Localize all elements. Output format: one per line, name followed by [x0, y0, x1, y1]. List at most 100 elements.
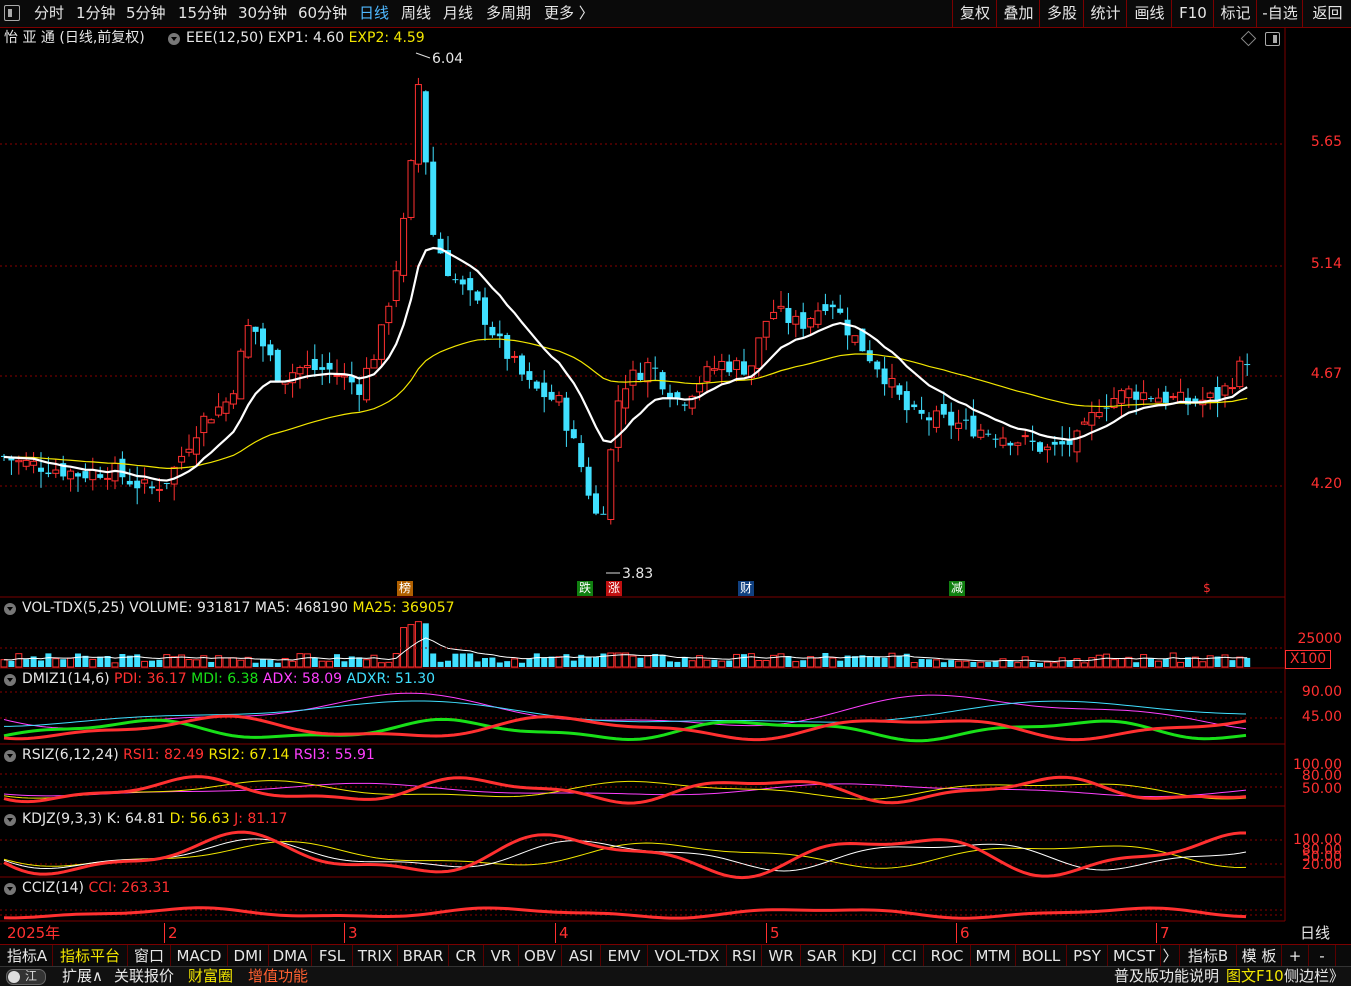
toolbar-button-fuquan[interactable]: 复权 — [952, 0, 997, 27]
sidebar-link[interactable]: 侧边栏》 — [1284, 967, 1344, 986]
rsi-title[interactable]: RSIZ(6,12,24) — [22, 747, 119, 763]
dmi-dropdown-icon[interactable] — [4, 674, 16, 686]
chart-canvas[interactable] — [0, 28, 1351, 944]
dmi-title[interactable]: DMIZ1(14,6) — [22, 671, 110, 687]
volume-bar — [659, 654, 666, 667]
indicator-tab[interactable]: CCI — [885, 945, 924, 967]
indicator-tab[interactable]: EMV — [601, 945, 648, 967]
period-tab-monthly[interactable]: 月线 — [443, 3, 473, 24]
indicator-tab[interactable]: 指标B — [1180, 945, 1237, 967]
toolbar-button-zixuan[interactable]: -自选 — [1256, 0, 1303, 27]
value-added-button[interactable]: 增值功能 — [248, 967, 308, 986]
indicator-tab[interactable]: MTM — [971, 945, 1016, 967]
indicator-tab[interactable]: 指标平台 — [53, 945, 128, 967]
indicator-tab[interactable]: WR — [762, 945, 801, 967]
tag-die[interactable]: 跌 — [577, 581, 593, 596]
volume-bar — [489, 657, 496, 667]
indicator-tab[interactable]: CR — [449, 945, 484, 967]
cci-dropdown-icon[interactable] — [4, 883, 16, 895]
volume-bar — [377, 662, 385, 668]
toggle-switch[interactable]: 江 — [6, 969, 46, 985]
volume-bar — [459, 653, 466, 667]
volume-bar — [726, 660, 733, 667]
candle-body — [511, 355, 519, 358]
volume-bar — [149, 660, 155, 667]
volume-header: VOL-TDX(5,25) VOLUME: 931817 MA5: 468190… — [22, 598, 455, 618]
volume-bar — [237, 659, 245, 668]
expand-button[interactable]: 扩展∧ — [62, 967, 103, 986]
toolbar-button-diejia[interactable]: 叠加 — [996, 0, 1040, 27]
volume-bar — [1162, 658, 1169, 667]
volume-dropdown-icon[interactable] — [4, 603, 16, 615]
period-tab-5min[interactable]: 5分钟 — [126, 3, 166, 24]
indicator-tab[interactable]: 指标A — [2, 945, 53, 967]
candle-body — [999, 437, 1007, 446]
tag-cai[interactable]: 财 — [738, 581, 754, 596]
f10-link[interactable]: 图文F10 — [1226, 967, 1284, 986]
indicator-tab[interactable]: MACD — [171, 945, 228, 967]
volume-bar — [445, 660, 451, 667]
cci-title[interactable]: CCIZ(14) — [22, 880, 84, 896]
toolbar-button-f10[interactable]: F10 — [1171, 0, 1214, 27]
candle-body — [119, 458, 126, 478]
toolbar-button-huaxian[interactable]: 画线 — [1126, 0, 1172, 27]
indicator-tab[interactable]: MCST — [1108, 945, 1161, 967]
volume-bar — [829, 657, 837, 668]
indicator-tab[interactable]: RSI — [727, 945, 762, 967]
period-tab-weekly[interactable]: 周线 — [401, 3, 431, 24]
tag-dollar[interactable]: $ — [1199, 581, 1215, 596]
volume-bar — [511, 658, 519, 668]
indicator-tab[interactable]: ROC — [924, 945, 971, 967]
indicator-tab[interactable]: BOLL — [1016, 945, 1067, 967]
volume-bar — [955, 660, 963, 668]
indicator-tab[interactable]: VOL-TDX — [648, 945, 727, 967]
time-axis-label: 4 — [555, 923, 569, 943]
kdj-dropdown-icon[interactable] — [4, 814, 16, 826]
indicator-tab[interactable]: 〉 — [1161, 945, 1180, 967]
volume-unit: X100 — [1285, 650, 1331, 669]
toolbar-button-fanhui[interactable]: 返回 — [1302, 0, 1351, 27]
tag-jian[interactable]: 减 — [949, 581, 965, 596]
period-tab-daily[interactable]: 日线 — [359, 3, 389, 24]
period-tab-15min[interactable]: 15分钟 — [178, 3, 227, 24]
tag-bang[interactable]: 榜 — [397, 581, 413, 596]
indicator-tab[interactable]: FSL — [312, 945, 353, 967]
period-tab-30min[interactable]: 30分钟 — [238, 3, 287, 24]
indicator-tab[interactable]: + — [1282, 945, 1309, 967]
indicator-tab[interactable]: VR — [484, 945, 519, 967]
indicator-tab[interactable]: BRAR — [398, 945, 449, 967]
indicator-tab[interactable]: ASI — [562, 945, 601, 967]
caifu-button[interactable]: 财富圈 — [188, 967, 233, 986]
rsi-dropdown-icon[interactable] — [4, 750, 16, 762]
indicator-tab[interactable]: DMA — [269, 945, 312, 967]
indicator-tab[interactable]: KDJ — [844, 945, 885, 967]
period-tab-fenshi[interactable]: 分时 — [34, 3, 64, 24]
indicator-tab[interactable]: SAR — [801, 945, 844, 967]
volume-bar — [1014, 662, 1022, 668]
indicator-tab[interactable]: 窗口 — [128, 945, 171, 967]
period-tab-60min[interactable]: 60分钟 — [298, 3, 347, 24]
indicator-tab[interactable]: - — [1309, 945, 1336, 967]
volume-bar — [504, 661, 511, 667]
toolbar-button-biaoji[interactable]: 标记 — [1213, 0, 1257, 27]
menu-icon[interactable] — [4, 5, 20, 21]
related-quote-button[interactable]: 关联报价 — [114, 967, 174, 986]
volume-bar — [541, 658, 548, 667]
toolbar-button-tongji[interactable]: 统计 — [1083, 0, 1127, 27]
indicator-tab[interactable]: 模 板 — [1237, 945, 1282, 967]
period-tab-more[interactable]: 更多 〉 — [544, 3, 594, 24]
volume-bar — [674, 661, 681, 667]
period-tab-multi[interactable]: 多周期 — [486, 3, 531, 24]
volume-bar — [762, 660, 770, 668]
candle-body — [785, 307, 792, 323]
tag-zhang[interactable]: 涨 — [606, 581, 622, 596]
indicator-tab[interactable]: DMI — [228, 945, 269, 967]
indicator-tab[interactable]: OBV — [519, 945, 562, 967]
feature-guide-link[interactable]: 普及版功能说明 — [1114, 967, 1219, 986]
period-tab-1min[interactable]: 1分钟 — [76, 3, 116, 24]
toolbar-button-duogu[interactable]: 多股 — [1039, 0, 1084, 27]
volume-title[interactable]: VOL-TDX(5,25) — [22, 600, 125, 616]
indicator-tab[interactable]: PSY — [1067, 945, 1108, 967]
indicator-tab[interactable]: TRIX — [353, 945, 398, 967]
kdj-title[interactable]: KDJZ(9,3,3) — [22, 811, 102, 827]
